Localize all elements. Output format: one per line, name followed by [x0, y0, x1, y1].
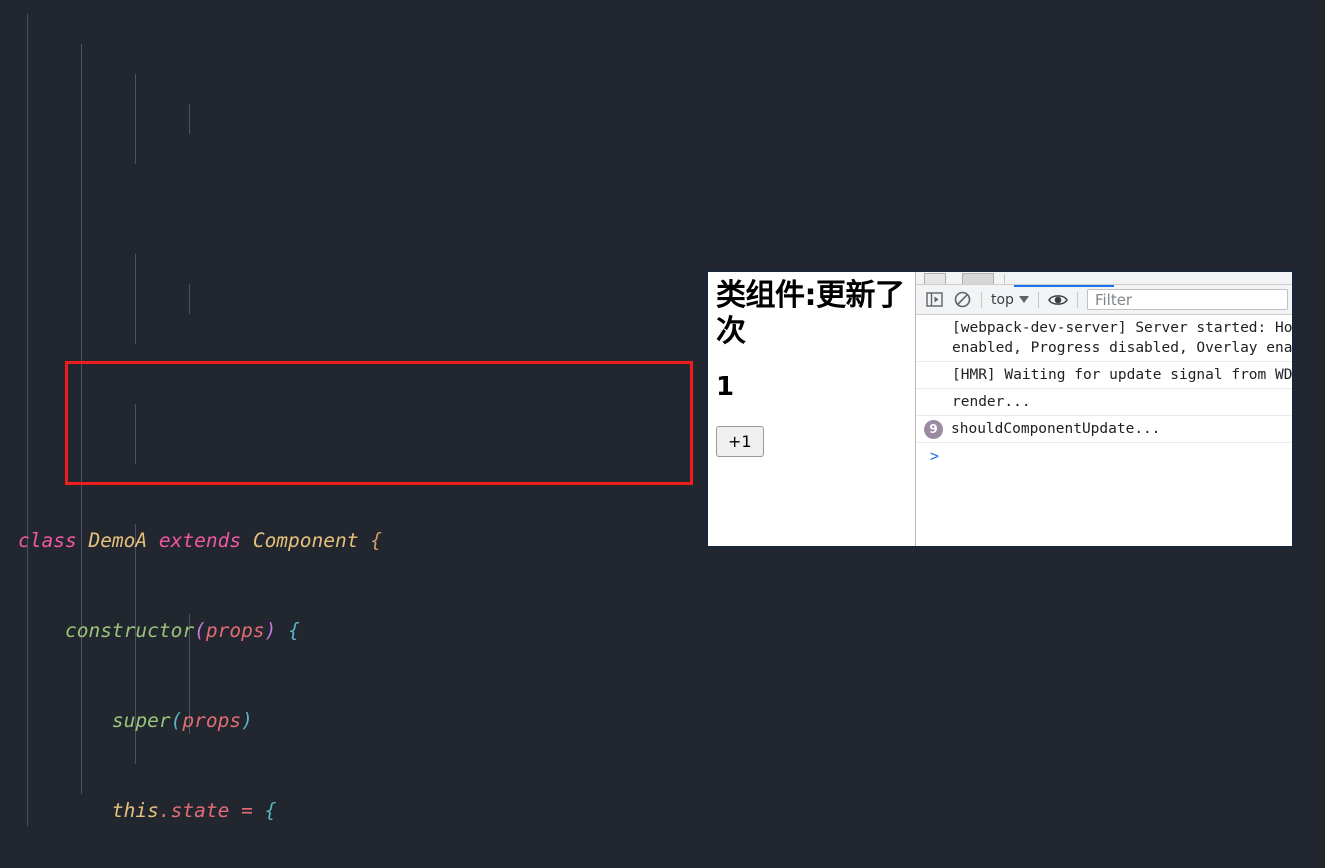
indent-guide [189, 284, 190, 314]
indent-guide [135, 254, 136, 344]
browser-window[interactable]: 类组件:更新了次 1 +1 top Filter [webpack-dev-se… [705, 269, 1295, 549]
indent-guide [27, 14, 28, 826]
indent-guide [81, 224, 82, 374]
devtools-panel[interactable]: top Filter [webpack-dev-server] Server s… [915, 272, 1292, 546]
log-repeat-badge: 9 [924, 419, 943, 439]
devtools-tab-partial[interactable] [962, 273, 994, 284]
console-prompt[interactable]: > [916, 443, 1292, 469]
console-log-row[interactable]: render... [916, 389, 1292, 416]
console-log-text: [HMR] Waiting for update signal from WDS… [952, 367, 1292, 383]
page-preview-pane[interactable]: 类组件:更新了次 1 +1 [708, 272, 915, 546]
console-prompt-symbol: > [930, 447, 940, 465]
sidebar-toggle-icon[interactable] [920, 288, 948, 312]
console-log-row[interactable]: [HMR] Waiting for update signal from WDS… [916, 362, 1292, 389]
eye-icon[interactable] [1044, 288, 1072, 312]
indent-guide [135, 74, 136, 164]
indent-guide [81, 374, 82, 494]
toolbar-divider [1076, 291, 1078, 308]
code-line[interactable]: this.state = { [18, 796, 1325, 826]
page-heading: 类组件:更新了次 [716, 278, 905, 349]
console-log-text: render... [952, 394, 1031, 410]
console-log-row[interactable]: 9 shouldComponentUpdate... [916, 416, 1292, 443]
indent-guide [189, 104, 190, 134]
console-context-selector[interactable]: top [987, 292, 1033, 308]
devtools-tab-partial[interactable] [924, 273, 946, 284]
code-line[interactable]: constructor(props) { [18, 616, 1325, 646]
console-context-label: top [991, 291, 1014, 308]
page-count-value: 1 [716, 372, 735, 402]
chevron-down-icon [1018, 296, 1029, 303]
increment-button[interactable]: +1 [716, 426, 764, 457]
toolbar-divider [1004, 274, 1005, 284]
devtools-tabstrip[interactable] [916, 272, 1292, 285]
code-line[interactable]: super(props) [18, 706, 1325, 736]
clear-console-icon[interactable] [948, 288, 976, 312]
filter-input[interactable]: Filter [1086, 289, 1288, 310]
editor-gutter [0, 0, 18, 868]
console-log-text: shouldComponentUpdate... [951, 421, 1161, 437]
filter-placeholder: Filter [1094, 290, 1133, 309]
indent-guide [81, 44, 82, 224]
screenshot-root: class DemoA extends Component { construc… [0, 0, 1325, 868]
toolbar-divider [981, 291, 982, 308]
toolbar-divider [1037, 291, 1039, 308]
console-toolbar[interactable]: top Filter [916, 285, 1292, 315]
console-log-row[interactable]: [webpack-dev-server] Server started: Hot… [916, 315, 1292, 362]
console-log-list[interactable]: [webpack-dev-server] Server started: Hot… [916, 315, 1292, 546]
console-log-text: [webpack-dev-server] Server started: Hot… [952, 320, 1292, 356]
